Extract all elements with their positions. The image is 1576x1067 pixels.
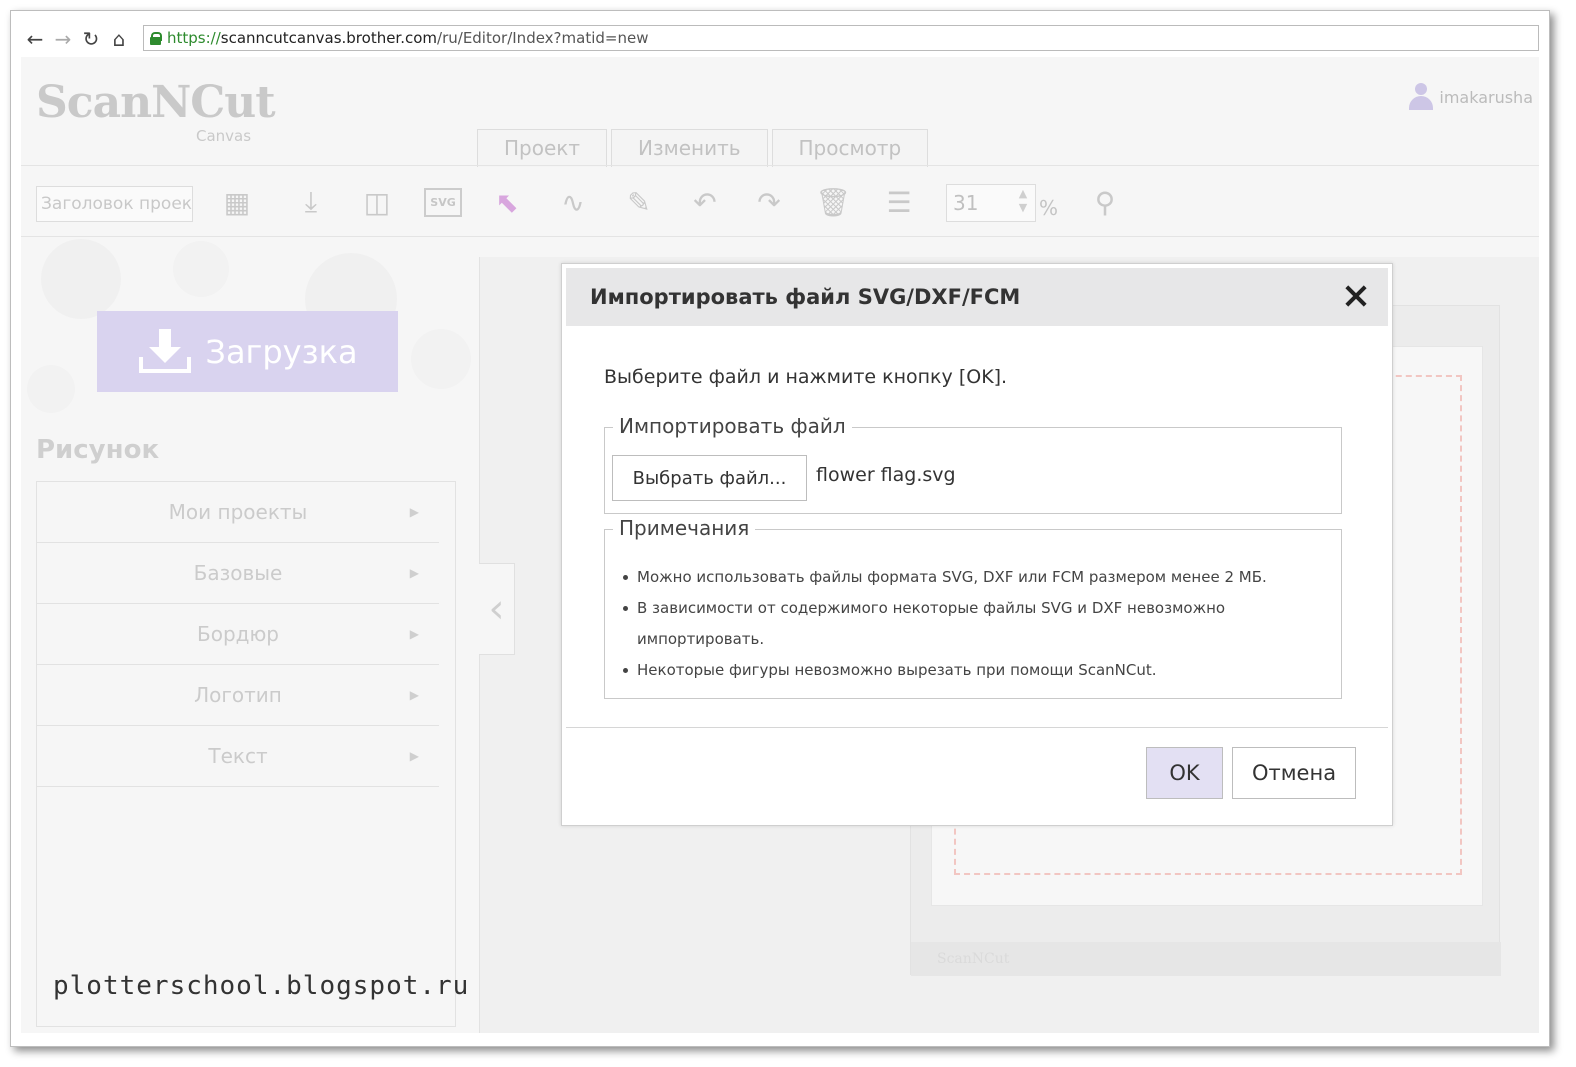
mat-footer-logo: ScanNCut — [911, 942, 1501, 976]
download-icon[interactable]: ⤓ — [291, 182, 331, 222]
user-menu[interactable]: imakarusha — [1409, 83, 1533, 111]
notes-legend: Примечания — [613, 516, 756, 540]
redo-icon[interactable]: ↷ — [749, 182, 789, 222]
url-host: scanncutcanvas.brother.com — [220, 29, 438, 47]
chevron-right-icon: ▶ — [409, 749, 419, 763]
toolbar: Заголовок проекта ▦ ⤓ ◫ SVG ⬉ ∿ ✎ ↶ ↷ 🗑 … — [21, 165, 1539, 237]
dialog-divider — [566, 727, 1388, 728]
draw-pen-icon[interactable]: ✎ — [619, 182, 659, 222]
select-arrow-icon[interactable]: ⬉ — [487, 182, 527, 222]
tab-edit[interactable]: Изменить — [611, 129, 768, 167]
chevron-right-icon: ▶ — [409, 627, 419, 641]
trash-icon[interactable]: 🗑 — [813, 182, 853, 222]
zoom-unit: % — [1039, 196, 1059, 220]
reload-icon[interactable]: ↻ — [77, 25, 105, 53]
cancel-button[interactable]: Отмена — [1232, 747, 1356, 799]
add-grid-icon[interactable]: ▦ — [217, 182, 257, 222]
dialog-instruction: Выберите файл и нажмите кнопку [OK]. — [604, 366, 1008, 388]
zoom-stepper[interactable]: ▲ ▼ — [1013, 187, 1033, 219]
category-basic[interactable]: Базовые ▶ — [37, 543, 439, 604]
url-field[interactable]: https://scanncutcanvas.brother.com/ru/Ed… — [143, 25, 1539, 51]
ok-button[interactable]: OK — [1146, 747, 1223, 799]
back-icon[interactable]: ← — [21, 25, 49, 53]
project-title-input[interactable]: Заголовок проекта — [36, 186, 193, 222]
section-title: Рисунок — [36, 435, 160, 465]
category-text[interactable]: Текст ▶ — [37, 726, 439, 787]
dialog-header: Импортировать файл SVG/DXF/FCM — [566, 268, 1388, 326]
node-edit-icon[interactable]: ∿ — [553, 182, 593, 222]
list-icon[interactable]: ☰ — [879, 182, 919, 222]
note-item: В зависимости от содержимого некоторые ф… — [623, 593, 1327, 655]
dialog-title: Импортировать файл SVG/DXF/FCM — [590, 285, 1021, 309]
zoom-input[interactable]: 31 ▲ ▼ — [946, 184, 1036, 222]
note-item: Некоторые фигуры невозможно вырезать при… — [623, 655, 1327, 686]
forward-icon[interactable]: → — [49, 25, 77, 53]
url-path: /ru/Editor/Index?matid=new — [437, 29, 649, 47]
chevron-right-icon: ▶ — [409, 566, 419, 580]
import-file-legend: Импортировать файл — [613, 414, 852, 438]
browser-address-bar: ← → ↻ ⌂ https://scanncutcanvas.brother.c… — [21, 23, 1541, 55]
upload-button[interactable]: Загрузка — [97, 311, 398, 392]
zoom-value: 31 — [953, 191, 979, 215]
chevron-right-icon: ▶ — [409, 505, 419, 519]
choose-file-button[interactable]: Выбрать файл... — [612, 455, 807, 501]
import-dialog: Импортировать файл SVG/DXF/FCM Выберите … — [561, 263, 1393, 826]
lock-icon — [150, 31, 162, 45]
import-image-icon[interactable]: ◫ — [357, 182, 397, 222]
username: imakarusha — [1439, 87, 1533, 107]
tab-view[interactable]: Просмотр — [771, 129, 929, 167]
category-logo[interactable]: Логотип ▶ — [37, 665, 439, 726]
import-svg-icon[interactable]: SVG — [423, 182, 463, 222]
import-file-group: Импортировать файл Выбрать файл... flowe… — [604, 414, 1342, 514]
download-arrow-icon — [139, 328, 192, 373]
upload-label: Загрузка — [205, 332, 358, 371]
sidebar: Загрузка Рисунок Мои проекты ▶ Базовые ▶ Б… — [21, 239, 471, 1033]
notes-group: Примечания Можно использовать файлы форм… — [604, 516, 1342, 699]
home-icon[interactable]: ⌂ — [105, 25, 133, 53]
logo-subtitle: Canvas — [196, 127, 252, 145]
logo-text: ScanNCut — [36, 77, 276, 128]
close-icon[interactable] — [1338, 278, 1374, 314]
undo-icon[interactable]: ↶ — [685, 182, 725, 222]
blog-watermark: plotterschool.blogspot.ru — [53, 971, 470, 1001]
notes-list: Можно использовать файлы формата SVG, DX… — [623, 562, 1327, 686]
selected-file-name: flower flag.svg — [816, 464, 956, 486]
main-tabs: Проект Изменить Просмотр — [477, 129, 929, 167]
scanncut-logo: ScanNCut Canvas — [36, 77, 276, 147]
category-my-projects[interactable]: Мои проекты ▶ — [37, 482, 439, 543]
note-item: Можно использовать файлы формата SVG, DX… — [623, 562, 1327, 593]
chevron-right-icon: ▶ — [409, 688, 419, 702]
tab-project[interactable]: Проект — [477, 129, 608, 167]
screenshot-frame: ← → ↻ ⌂ https://scanncutcanvas.brother.c… — [10, 10, 1550, 1047]
url-protocol: https:// — [167, 29, 221, 47]
category-list: Мои проекты ▶ Базовые ▶ Бордюр ▶ Логотип ▶ Т… — [36, 481, 456, 1027]
search-icon[interactable]: ⚲ — [1085, 182, 1125, 222]
collapse-sidebar-chevron-left-icon[interactable]: ‹ — [479, 563, 515, 655]
category-border[interactable]: Бордюр ▶ — [37, 604, 439, 665]
user-icon — [1409, 83, 1434, 111]
